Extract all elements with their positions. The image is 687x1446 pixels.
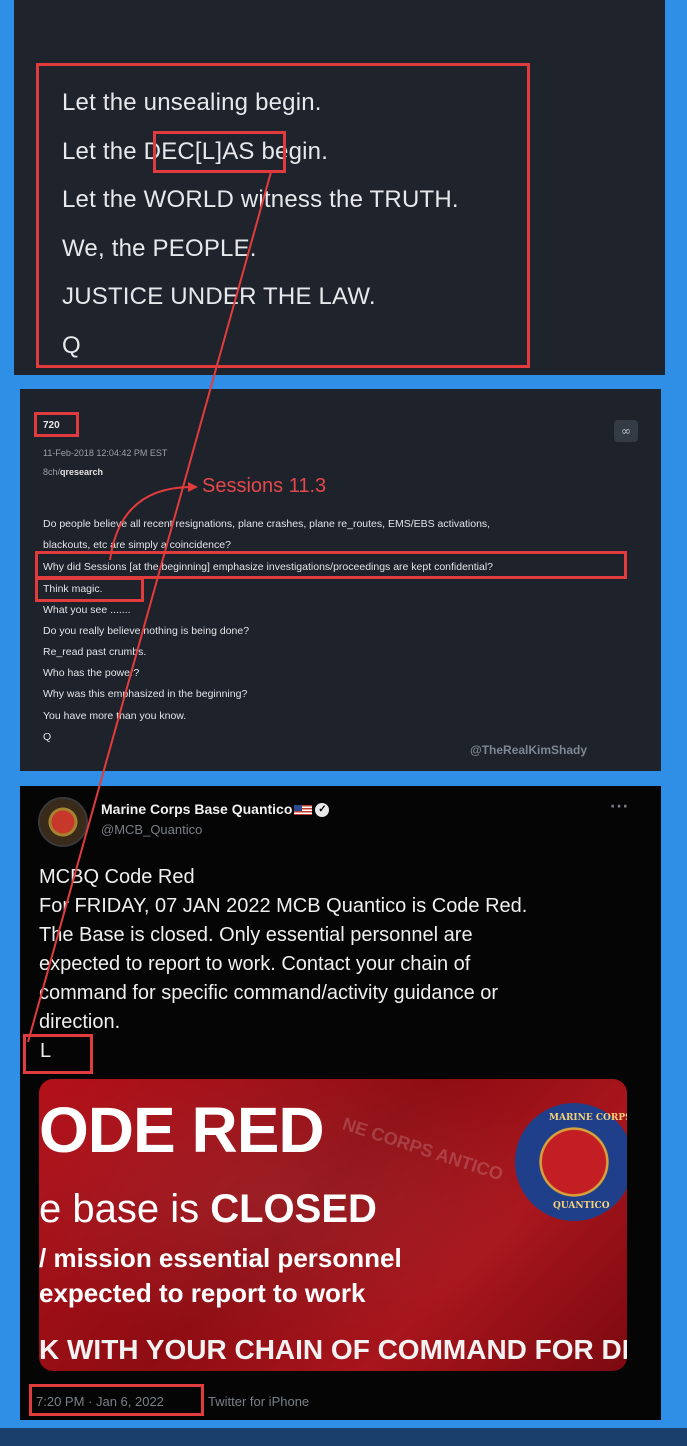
annotation-overlay <box>27 171 272 1043</box>
connector-line-declas-to-l <box>27 171 272 1043</box>
arrow-head-icon <box>188 482 198 492</box>
connector-curve-to-sessions <box>109 486 191 561</box>
